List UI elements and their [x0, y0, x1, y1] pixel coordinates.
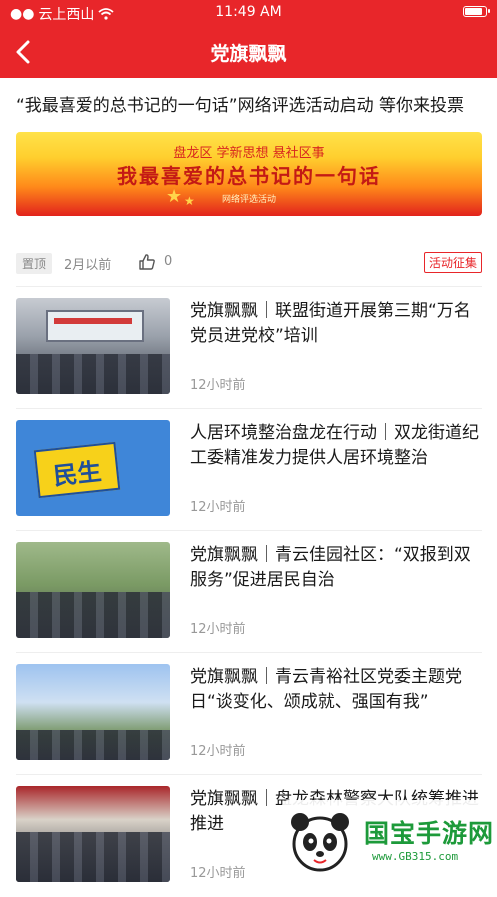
panda-logo-icon — [291, 813, 349, 872]
news-thumbnail[interactable] — [16, 542, 170, 638]
news-thumbnail[interactable] — [16, 298, 170, 394]
pinned-badge: 置顶 — [16, 253, 53, 274]
thumbs-up-icon[interactable] — [138, 253, 156, 271]
banner-line-3: 网络评选活动 — [221, 195, 276, 205]
star-icon: ★ — [166, 186, 183, 207]
featured-banner-image[interactable]: 盘龙区 学新思想 悬社区事 我最喜爱的总书记的一句话 网络评选活动 ★ ★ — [16, 132, 482, 216]
news-title[interactable]: 人居环境整治盘龙在行动｜双龙街道纪工委精准发力提供人居环境整治 — [190, 421, 480, 471]
watermark-url: www.GB315.com — [372, 850, 459, 863]
banner-line-1: 盘龙区 学新思想 悬社区事 — [173, 146, 325, 161]
featured-time: 2月以前 — [64, 258, 112, 273]
news-time: 12小时前 — [190, 378, 246, 393]
featured-title[interactable]: “我最喜爱的总书记的一句话”网络评选活动启动 等你来投票 — [16, 94, 482, 118]
list-item[interactable]: 党旗飘飘｜青云佳园社区：“双报到双服务”促进居民自治 12小时前 — [16, 530, 482, 653]
nav-bar: 党旗飘飘 — [0, 26, 497, 78]
featured-article[interactable]: “我最喜爱的总书记的一句话”网络评选活动启动 等你来投票 盘龙区 学新思想 悬社… — [16, 94, 482, 216]
watermark-title: 国宝手游网 — [364, 819, 495, 848]
battery-icon — [463, 6, 490, 17]
news-time: 12小时前 — [190, 866, 246, 881]
site-watermark: 国宝手游网 www.GB315.com — [282, 800, 494, 880]
list-item[interactable]: 党旗飘飘｜联盟街道开展第三期“万名党员进党校”培训 12小时前 — [16, 286, 482, 409]
list-item[interactable]: 党旗飘飘｜青云青裕社区党委主题党日“谈变化、颂成就、强国有我” 12小时前 — [16, 652, 482, 775]
list-item[interactable]: 民生 人居环境整治盘龙在行动｜双龙街道纪工委精准发力提供人居环境整治 12小时前 — [16, 408, 482, 531]
status-time: 11:49 AM — [215, 4, 282, 20]
news-title[interactable]: 党旗飘飘｜青云佳园社区：“双报到双服务”促进居民自治 — [190, 543, 480, 593]
like-count: 0 — [164, 254, 173, 269]
featured-meta: 置顶 2月以前 0 活动征集 — [16, 252, 482, 274]
news-time: 12小时前 — [190, 622, 246, 637]
news-time: 12小时前 — [190, 744, 246, 759]
news-thumbnail[interactable] — [16, 664, 170, 760]
status-bar: ●● 云上西山 11:49 AM — [0, 0, 497, 26]
category-tag[interactable]: 活动征集 — [423, 252, 482, 273]
news-thumbnail[interactable]: 民生 — [16, 420, 170, 516]
banner-line-2: 我最喜爱的总书记的一句话 — [117, 164, 381, 188]
news-title[interactable]: 党旗飘飘｜青云青裕社区党委主题党日“谈变化、颂成就、强国有我” — [190, 665, 480, 715]
news-thumbnail[interactable] — [16, 786, 170, 882]
star-icon: ★ — [184, 194, 195, 208]
thumbnail-label: 民生 — [52, 457, 103, 491]
page-title: 党旗飘飘 — [210, 43, 287, 65]
news-title[interactable]: 党旗飘飘｜联盟街道开展第三期“万名党员进党校”培训 — [190, 299, 480, 349]
news-time: 12小时前 — [190, 500, 246, 515]
